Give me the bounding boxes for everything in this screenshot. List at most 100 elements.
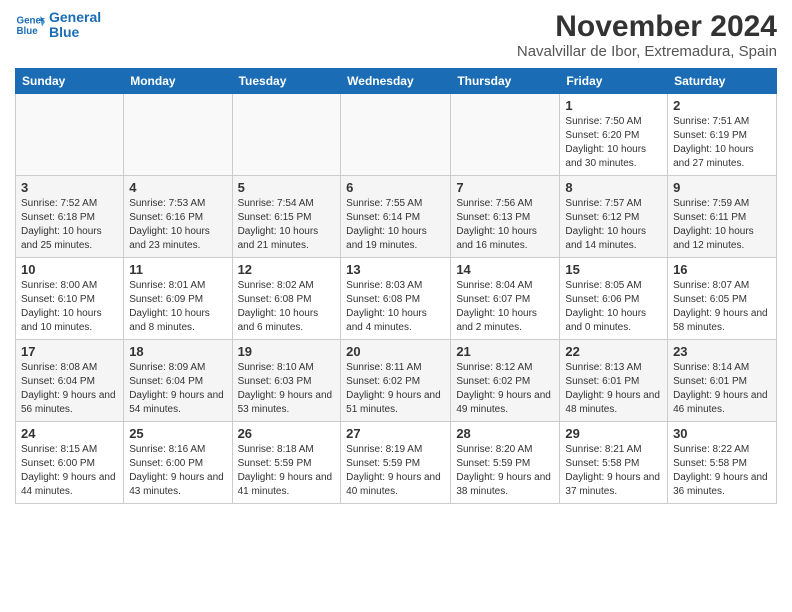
- day-info: Sunrise: 8:18 AM Sunset: 5:59 PM Dayligh…: [238, 443, 336, 499]
- day-number: 25: [129, 426, 226, 441]
- day-number: 21: [456, 344, 554, 359]
- calendar-table: SundayMondayTuesdayWednesdayThursdayFrid…: [15, 68, 777, 504]
- weekday-header: Saturday: [668, 69, 777, 94]
- weekday-header: Monday: [124, 69, 232, 94]
- calendar-cell: [341, 94, 451, 176]
- day-number: 5: [238, 180, 336, 195]
- calendar-cell: 24 Sunrise: 8:15 AM Sunset: 6:00 PM Dayli…: [16, 422, 124, 504]
- day-info: Sunrise: 7:59 AM Sunset: 6:11 PM Dayligh…: [673, 197, 771, 253]
- title-area: November 2024 Navalvillar de Ibor, Extre…: [517, 10, 777, 60]
- calendar-cell: 18 Sunrise: 8:09 AM Sunset: 6:04 PM Dayli…: [124, 340, 232, 422]
- day-info: Sunrise: 8:07 AM Sunset: 6:05 PM Dayligh…: [673, 279, 771, 335]
- day-info: Sunrise: 8:21 AM Sunset: 5:58 PM Dayligh…: [565, 443, 662, 499]
- calendar-cell: 22Sunrise: 8:13 AM Sunset: 6:01 PM Dayli…: [560, 340, 668, 422]
- page: General Blue General Blue November 2024 …: [0, 0, 792, 514]
- calendar-cell: 25Sunrise: 8:16 AM Sunset: 6:00 PM Dayli…: [124, 422, 232, 504]
- weekday-header: Friday: [560, 69, 668, 94]
- weekday-header: Sunday: [16, 69, 124, 94]
- calendar-cell: 16 Sunrise: 8:07 AM Sunset: 6:05 PM Dayli…: [668, 258, 777, 340]
- day-info: Sunrise: 7:56 AM Sunset: 6:13 PM Dayligh…: [456, 197, 554, 253]
- day-number: 23: [673, 344, 771, 359]
- day-info: Sunrise: 7:50 AM Sunset: 6:20 PM Dayligh…: [565, 115, 662, 171]
- calendar-cell: 5 Sunrise: 7:54 AM Sunset: 6:15 PM Daylig…: [232, 176, 341, 258]
- day-number: 13: [346, 262, 445, 277]
- calendar-cell: 19 Sunrise: 8:10 AM Sunset: 6:03 PM Dayli…: [232, 340, 341, 422]
- weekday-header: Thursday: [451, 69, 560, 94]
- calendar-cell: 26Sunrise: 8:18 AM Sunset: 5:59 PM Dayli…: [232, 422, 341, 504]
- calendar-cell: [451, 94, 560, 176]
- weekday-header: Tuesday: [232, 69, 341, 94]
- calendar-cell: 9 Sunrise: 7:59 AM Sunset: 6:11 PM Daylig…: [668, 176, 777, 258]
- logo-icon: General Blue: [15, 10, 45, 40]
- calendar-subtitle: Navalvillar de Ibor, Extremadura, Spain: [517, 43, 777, 60]
- day-info: Sunrise: 8:02 AM Sunset: 6:08 PM Dayligh…: [238, 279, 336, 335]
- calendar-cell: 14 Sunrise: 8:04 AM Sunset: 6:07 PM Dayli…: [451, 258, 560, 340]
- calendar-cell: 2 Sunrise: 7:51 AM Sunset: 6:19 PM Daylig…: [668, 94, 777, 176]
- day-number: 11: [129, 262, 226, 277]
- day-info: Sunrise: 8:10 AM Sunset: 6:03 PM Dayligh…: [238, 361, 336, 417]
- day-number: 2: [673, 98, 771, 113]
- calendar-title: November 2024: [517, 10, 777, 43]
- day-info: Sunrise: 8:22 AM Sunset: 5:58 PM Dayligh…: [673, 443, 771, 499]
- day-number: 10: [21, 262, 118, 277]
- day-number: 4: [129, 180, 226, 195]
- day-number: 12: [238, 262, 336, 277]
- day-info: Sunrise: 8:11 AM Sunset: 6:02 PM Dayligh…: [346, 361, 445, 417]
- day-number: 16: [673, 262, 771, 277]
- day-number: 24: [21, 426, 118, 441]
- day-number: 6: [346, 180, 445, 195]
- day-number: 1: [565, 98, 662, 113]
- day-number: 9: [673, 180, 771, 195]
- day-info: Sunrise: 7:54 AM Sunset: 6:15 PM Dayligh…: [238, 197, 336, 253]
- day-number: 28: [456, 426, 554, 441]
- day-number: 3: [21, 180, 118, 195]
- calendar-cell: [16, 94, 124, 176]
- calendar-week-row: 10 Sunrise: 8:00 AM Sunset: 6:10 PM Dayli…: [16, 258, 777, 340]
- day-info: Sunrise: 8:09 AM Sunset: 6:04 PM Dayligh…: [129, 361, 226, 417]
- day-number: 19: [238, 344, 336, 359]
- day-number: 17: [21, 344, 118, 359]
- day-info: Sunrise: 7:52 AM Sunset: 6:18 PM Dayligh…: [21, 197, 118, 253]
- calendar-cell: 29Sunrise: 8:21 AM Sunset: 5:58 PM Dayli…: [560, 422, 668, 504]
- day-info: Sunrise: 8:08 AM Sunset: 6:04 PM Dayligh…: [21, 361, 118, 417]
- calendar-cell: 23 Sunrise: 8:14 AM Sunset: 6:01 PM Dayli…: [668, 340, 777, 422]
- day-info: Sunrise: 7:55 AM Sunset: 6:14 PM Dayligh…: [346, 197, 445, 253]
- calendar-cell: [232, 94, 341, 176]
- day-number: 18: [129, 344, 226, 359]
- day-number: 30: [673, 426, 771, 441]
- day-info: Sunrise: 8:13 AM Sunset: 6:01 PM Dayligh…: [565, 361, 662, 417]
- calendar-cell: 6 Sunrise: 7:55 AM Sunset: 6:14 PM Daylig…: [341, 176, 451, 258]
- calendar-week-row: 1 Sunrise: 7:50 AM Sunset: 6:20 PM Daylig…: [16, 94, 777, 176]
- calendar-cell: 8Sunrise: 7:57 AM Sunset: 6:12 PM Daylig…: [560, 176, 668, 258]
- calendar-cell: 13 Sunrise: 8:03 AM Sunset: 6:08 PM Dayli…: [341, 258, 451, 340]
- day-info: Sunrise: 8:04 AM Sunset: 6:07 PM Dayligh…: [456, 279, 554, 335]
- calendar-week-row: 3 Sunrise: 7:52 AM Sunset: 6:18 PM Daylig…: [16, 176, 777, 258]
- day-info: Sunrise: 8:03 AM Sunset: 6:08 PM Dayligh…: [346, 279, 445, 335]
- calendar-cell: 21Sunrise: 8:12 AM Sunset: 6:02 PM Dayli…: [451, 340, 560, 422]
- day-info: Sunrise: 8:01 AM Sunset: 6:09 PM Dayligh…: [129, 279, 226, 335]
- day-number: 8: [565, 180, 662, 195]
- calendar-cell: 30 Sunrise: 8:22 AM Sunset: 5:58 PM Dayli…: [668, 422, 777, 504]
- day-number: 15: [565, 262, 662, 277]
- day-info: Sunrise: 8:19 AM Sunset: 5:59 PM Dayligh…: [346, 443, 445, 499]
- day-info: Sunrise: 8:20 AM Sunset: 5:59 PM Dayligh…: [456, 443, 554, 499]
- calendar-cell: 1 Sunrise: 7:50 AM Sunset: 6:20 PM Daylig…: [560, 94, 668, 176]
- day-info: Sunrise: 8:15 AM Sunset: 6:00 PM Dayligh…: [21, 443, 118, 499]
- logo-line2: Blue: [49, 25, 101, 40]
- day-number: 14: [456, 262, 554, 277]
- day-info: Sunrise: 7:51 AM Sunset: 6:19 PM Dayligh…: [673, 115, 771, 171]
- header: General Blue General Blue November 2024 …: [15, 10, 777, 60]
- day-info: Sunrise: 8:14 AM Sunset: 6:01 PM Dayligh…: [673, 361, 771, 417]
- calendar-cell: 20Sunrise: 8:11 AM Sunset: 6:02 PM Dayli…: [341, 340, 451, 422]
- calendar-cell: 15Sunrise: 8:05 AM Sunset: 6:06 PM Dayli…: [560, 258, 668, 340]
- calendar-header-row: SundayMondayTuesdayWednesdayThursdayFrid…: [16, 69, 777, 94]
- day-info: Sunrise: 8:00 AM Sunset: 6:10 PM Dayligh…: [21, 279, 118, 335]
- day-number: 7: [456, 180, 554, 195]
- day-info: Sunrise: 7:53 AM Sunset: 6:16 PM Dayligh…: [129, 197, 226, 253]
- calendar-week-row: 17 Sunrise: 8:08 AM Sunset: 6:04 PM Dayli…: [16, 340, 777, 422]
- calendar-cell: 10 Sunrise: 8:00 AM Sunset: 6:10 PM Dayli…: [16, 258, 124, 340]
- calendar-cell: 3 Sunrise: 7:52 AM Sunset: 6:18 PM Daylig…: [16, 176, 124, 258]
- logo: General Blue General Blue: [15, 10, 101, 41]
- day-number: 27: [346, 426, 445, 441]
- calendar-cell: 12 Sunrise: 8:02 AM Sunset: 6:08 PM Dayli…: [232, 258, 341, 340]
